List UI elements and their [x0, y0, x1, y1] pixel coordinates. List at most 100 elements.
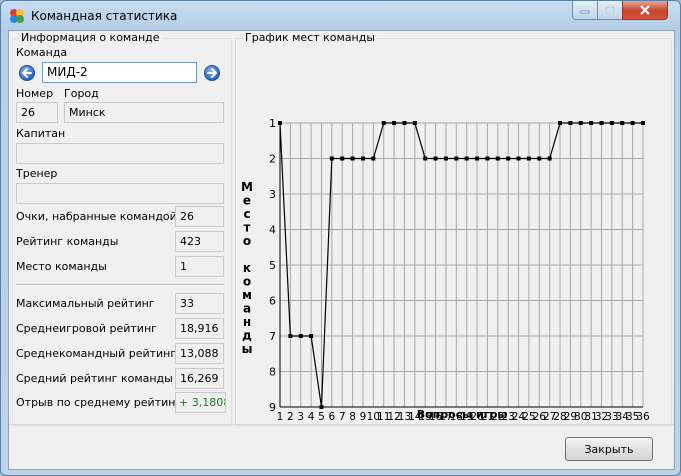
team-input[interactable]: МИД-2 [42, 62, 197, 83]
chart-data-point [589, 121, 594, 125]
place-field: 1 [175, 256, 224, 277]
chart-x-tick-label: 7 [339, 411, 346, 421]
chart-data-point [392, 121, 397, 125]
chart-data-point [526, 156, 531, 161]
close-icon [640, 5, 650, 15]
number-label: Номер [16, 87, 54, 100]
chart-data-point [298, 334, 303, 338]
chart-y-tick-label: 2 [269, 153, 276, 166]
footer-divider [9, 424, 674, 425]
chart-data-point [516, 156, 521, 161]
coach-label: Тренер [16, 167, 58, 180]
captain-field [16, 143, 224, 164]
client-area: Информация о команде Команда МИД-2 Номер… [8, 30, 675, 470]
chart-data-point [433, 156, 438, 161]
maximize-button[interactable] [597, 1, 623, 20]
window-title: Командная статистика [31, 9, 178, 23]
chart-x-tick-label: 36 [636, 411, 650, 421]
chart-y-tick-label: 1 [269, 117, 276, 130]
rating-field: 423 [175, 231, 224, 252]
app-icon [10, 9, 24, 23]
avg-team-rating-label: Среднекомандный рейтинг [16, 347, 177, 360]
chart-x-tick-label: 5 [318, 411, 325, 421]
chart-data-point [340, 156, 345, 161]
chart-data-point [641, 121, 645, 125]
max-rating-field: 33 [175, 293, 224, 314]
chart-data-point [599, 121, 604, 125]
chart-y-tick-label: 7 [269, 330, 276, 343]
rating-label: Рейтинг команды [16, 235, 119, 248]
chart-x-tick-label: 6 [329, 411, 336, 421]
chart-y-tick-label: 9 [269, 401, 276, 414]
chart-data-point [495, 156, 500, 161]
chart-data-point [578, 121, 583, 125]
chart-x-tick-label: 2 [287, 411, 294, 421]
chart-data-point [360, 156, 365, 161]
chart-data-point [568, 121, 573, 125]
minimize-icon [580, 10, 590, 14]
team-info-legend: Информация о команде [19, 31, 162, 45]
chart-x-axis-label: Вопросы игры [417, 408, 508, 421]
avg-rating-label: Средний рейтинг команды [16, 372, 173, 385]
captain-label: Капитан [16, 127, 66, 140]
chart-data-point [350, 156, 355, 161]
chart-data-point [537, 156, 542, 161]
avg-game-rating-label: Среднеигровой рейтинг [16, 322, 157, 335]
chart-data-point [381, 121, 386, 125]
chart-data-point [402, 121, 407, 125]
chart-y-tick-label: 4 [269, 224, 276, 237]
points-field: 26 [175, 206, 224, 227]
info-separator [16, 284, 224, 286]
chart-data-point [412, 121, 417, 125]
avg-rating-gap-field: + 3,1808 [175, 392, 226, 413]
title-bar[interactable]: Командная статистика [1, 1, 680, 29]
avg-team-rating-field: 13,088 [175, 343, 224, 364]
chart-data-point [371, 156, 376, 161]
chart-data-point [558, 121, 563, 125]
avg-rating-field: 16,269 [175, 368, 224, 389]
chart-y-axis-label: Место команды [241, 180, 253, 356]
next-team-button[interactable] [204, 65, 220, 81]
chart-data-point [454, 156, 459, 161]
chart-data-point [443, 156, 448, 161]
chart-y-tick-label: 8 [269, 366, 276, 379]
close-window-button[interactable] [622, 1, 668, 20]
prev-team-button[interactable] [19, 65, 35, 81]
chart-data-point [423, 156, 428, 161]
minimize-button[interactable] [572, 1, 598, 20]
coach-field [16, 183, 224, 204]
close-button[interactable]: Закрыть [565, 437, 653, 461]
chart-data-point [309, 334, 314, 338]
arrow-left-icon [22, 68, 32, 78]
team-label: Команда [16, 46, 68, 59]
chart-data-point [288, 334, 293, 338]
city-label: Город [64, 87, 99, 100]
chart-x-tick-label: 3 [297, 411, 304, 421]
chart-x-tick-label: 4 [308, 411, 315, 421]
chart-data-point [630, 121, 635, 125]
number-field: 26 [16, 102, 58, 123]
chart-data-point [475, 156, 480, 161]
chart-y-tick-label: 6 [269, 295, 276, 308]
chart-y-tick-label: 3 [269, 188, 276, 201]
city-field: Минск [64, 102, 224, 123]
avg-game-rating-field: 18,916 [175, 318, 224, 339]
team-place-chart: 123456789 1 2 3 4 5 6 7 8 9 101112131415161718192… [241, 117, 650, 421]
max-rating-label: Максимальный рейтинг [16, 297, 155, 310]
avg-rating-gap-label: Отрыв по среднему рейтингу [16, 396, 188, 409]
chart-x-tick-label: 8 [349, 411, 356, 421]
points-label: Очки, набранные командой [16, 210, 177, 223]
place-label: Место команды [16, 260, 107, 273]
arrow-right-icon [207, 68, 217, 78]
chart-y-tick-label: 5 [269, 259, 276, 272]
chart-data-point [485, 156, 490, 161]
chart-data-point [464, 156, 469, 161]
chart-data-point [278, 121, 282, 125]
app-window: Командная статистика Информация о команд… [0, 0, 681, 476]
chart-data-point [506, 156, 511, 161]
chart-data-point [319, 405, 324, 409]
chart-data-point [620, 121, 625, 125]
chart-x-tick-label: 9 [360, 411, 367, 421]
maximize-icon [605, 5, 615, 15]
chart-data-point [609, 121, 614, 125]
